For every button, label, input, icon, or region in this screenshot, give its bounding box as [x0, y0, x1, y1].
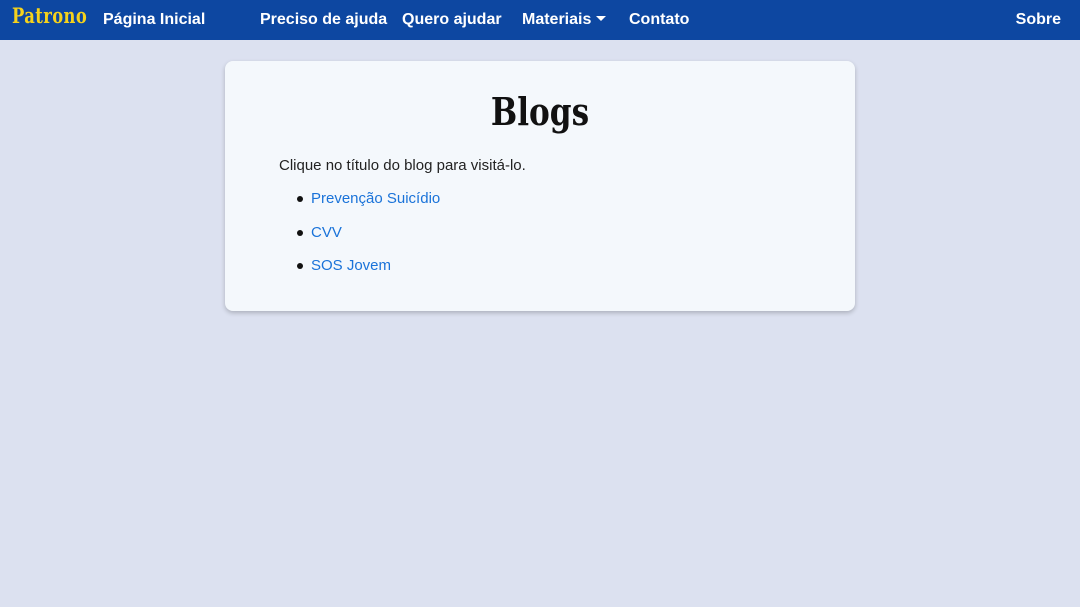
nav-about-link[interactable]: Sobre [1016, 10, 1061, 30]
list-item: CVV [297, 223, 440, 257]
nav-materials-label: Materiais [522, 11, 592, 28]
blog-link-sos-jovem[interactable]: SOS Jovem [311, 257, 391, 274]
blog-list: Prevenção Suicídio CVV SOS Jovem [297, 189, 440, 290]
brand-logo[interactable]: Patrono [12, 3, 87, 28]
bullet-icon [297, 196, 303, 202]
caret-down-icon [596, 16, 607, 21]
page-title: Blogs [490, 89, 590, 134]
nav-home-link[interactable]: Página Inicial [103, 10, 205, 30]
nav-want-help-link[interactable]: Quero ajudar [402, 10, 502, 30]
blog-link-cvv[interactable]: CVV [311, 224, 342, 241]
nav-materials-dropdown[interactable]: Materiais [522, 10, 607, 30]
blog-link-prevencao-suicidio[interactable]: Prevenção Suicídio [311, 190, 440, 207]
list-item: Prevenção Suicídio [297, 189, 440, 223]
intro-text: Clique no título do blog para visitá-lo. [279, 157, 526, 174]
bullet-icon [297, 229, 303, 236]
blogs-card: Blogs Clique no título do blog para visi… [225, 61, 855, 311]
top-navbar: Patrono Página Inicial Preciso de ajuda … [0, 0, 1080, 40]
list-item: SOS Jovem [297, 256, 440, 290]
nav-contact-link[interactable]: Contato [629, 10, 689, 30]
nav-need-help-link[interactable]: Preciso de ajuda [260, 10, 387, 30]
bullet-icon [297, 263, 303, 269]
